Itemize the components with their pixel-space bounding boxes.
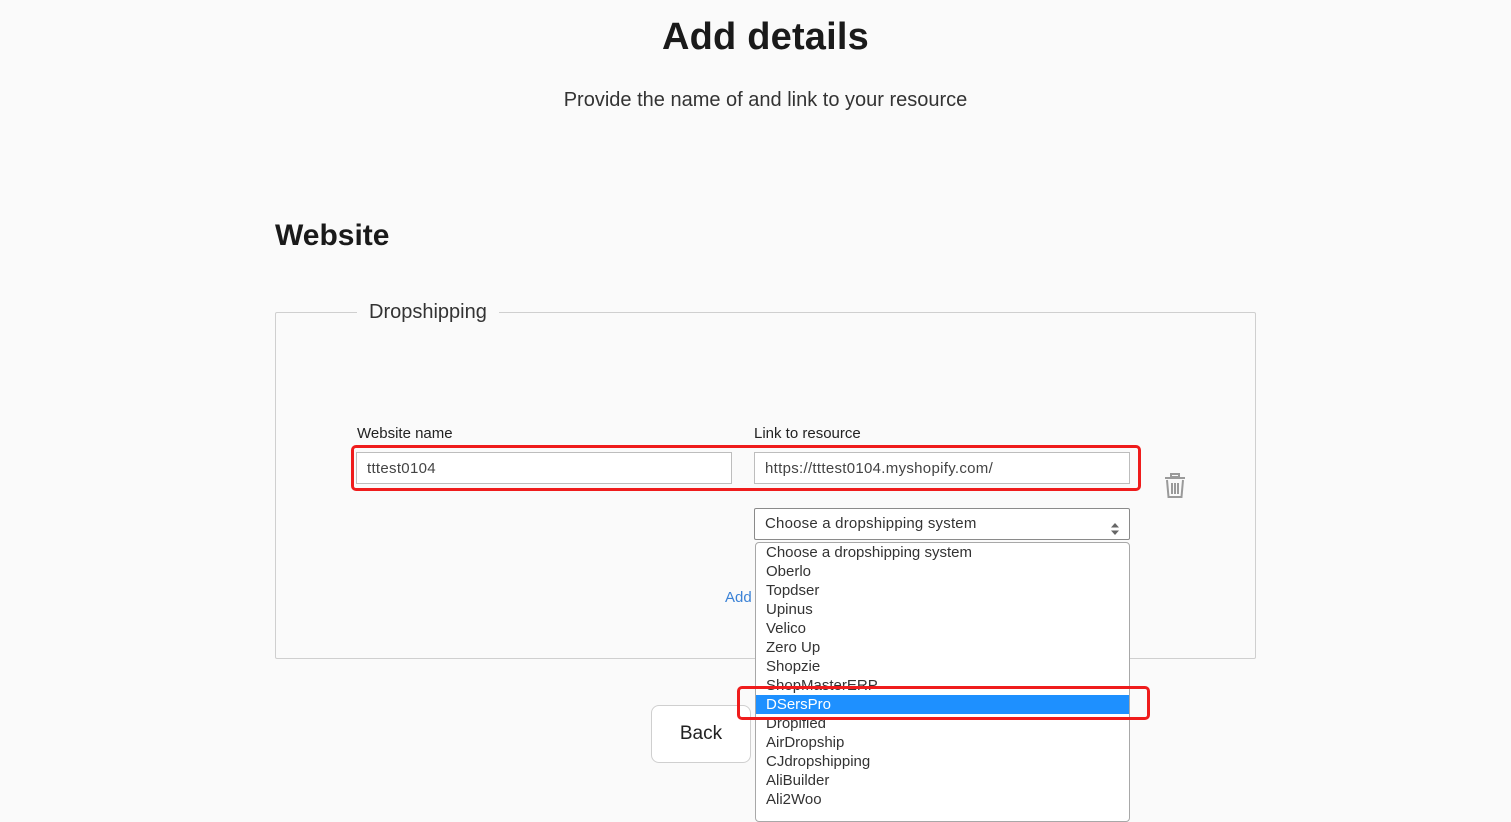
dropdown-option[interactable]: Zero Up (756, 638, 1129, 657)
up-down-arrows-icon (1110, 517, 1120, 535)
link-label: Link to resource (754, 425, 861, 442)
page-title: Add details (661, 16, 869, 58)
dropshipping-options-list[interactable]: Choose a dropshipping system Oberlo Topdse… (755, 542, 1130, 822)
add-link[interactable]: Add (725, 589, 752, 606)
website-name-label: Website name (357, 425, 453, 442)
dropdown-option[interactable]: Choose a dropshipping system (756, 543, 1129, 562)
annotation-box-fields (351, 445, 1141, 491)
dropdown-option[interactable]: Oberlo (756, 562, 1129, 581)
dropdown-option[interactable]: Shopzie (756, 657, 1129, 676)
dropdown-option[interactable]: Ali2Woo (756, 790, 1129, 809)
dropdown-option[interactable]: CJdropshipping (756, 752, 1129, 771)
trash-icon[interactable] (1163, 473, 1187, 499)
dropdown-option[interactable]: Topdser (756, 581, 1129, 600)
panel-legend: Dropshipping (357, 301, 499, 324)
dropdown-option[interactable]: Velico (756, 619, 1129, 638)
dropdown-option[interactable]: AliBuilder (756, 771, 1129, 790)
section-title-website: Website (275, 219, 390, 252)
back-button[interactable]: Back (651, 705, 751, 763)
page-subtitle: Provide the name of and link to your res… (563, 89, 968, 111)
dropshipping-system-select[interactable]: Choose a dropshipping system (754, 508, 1130, 540)
select-value: Choose a dropshipping system (765, 515, 977, 532)
dropdown-option[interactable]: Upinus (756, 600, 1129, 619)
annotation-box-option (737, 686, 1150, 720)
dropdown-option[interactable]: AirDropship (756, 733, 1129, 752)
